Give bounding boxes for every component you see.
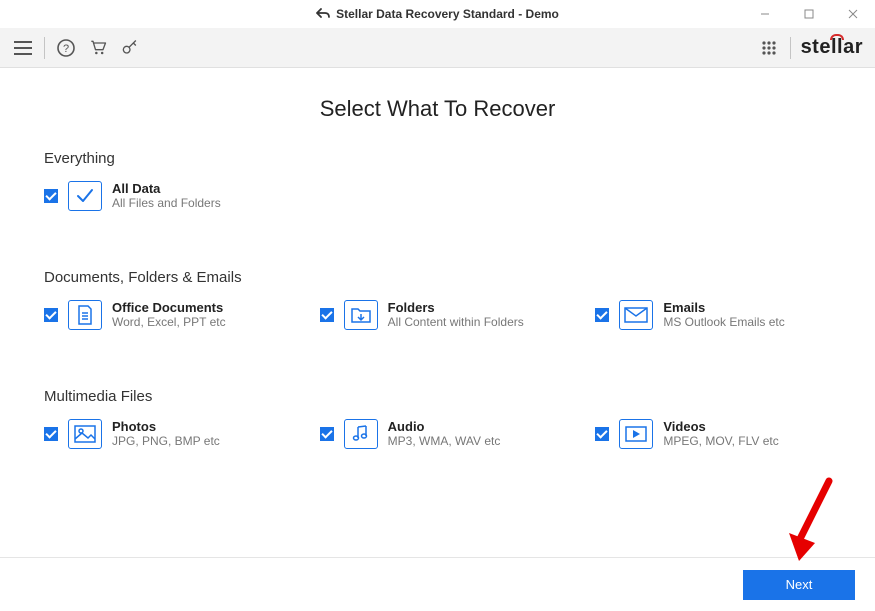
section-label-everything: Everything	[44, 150, 831, 167]
brand-logo: stellar	[801, 36, 863, 59]
item-title: Audio	[388, 419, 501, 434]
item-subtitle: MS Outlook Emails etc	[663, 315, 784, 329]
annotation-arrow	[785, 475, 839, 565]
checkbox-office[interactable]	[44, 308, 58, 322]
section-label-docs: Documents, Folders & Emails	[44, 269, 831, 286]
item-photos[interactable]: Photos JPG, PNG, BMP etc	[44, 419, 280, 449]
next-button[interactable]: Next	[743, 570, 855, 600]
item-subtitle: Word, Excel, PPT etc	[112, 315, 226, 329]
checkbox-emails[interactable]	[595, 308, 609, 322]
item-title: Office Documents	[112, 300, 226, 315]
item-all-data[interactable]: All Data All Files and Folders	[44, 181, 294, 211]
cart-icon[interactable]	[87, 37, 109, 59]
key-icon[interactable]	[119, 37, 141, 59]
checkbox-audio[interactable]	[320, 427, 334, 441]
item-subtitle: JPG, PNG, BMP etc	[112, 434, 220, 448]
checkbox-all-data[interactable]	[44, 189, 58, 203]
item-subtitle: MP3, WMA, WAV etc	[388, 434, 501, 448]
video-icon	[619, 419, 653, 449]
check-icon	[68, 181, 102, 211]
section-label-media: Multimedia Files	[44, 388, 831, 405]
menu-icon[interactable]	[12, 37, 34, 59]
email-icon	[619, 300, 653, 330]
svg-text:?: ?	[63, 43, 69, 55]
item-audio[interactable]: Audio MP3, WMA, WAV etc	[320, 419, 556, 449]
item-subtitle: All Files and Folders	[112, 196, 221, 210]
separator	[44, 37, 45, 59]
item-title: Videos	[663, 419, 778, 434]
item-title: Emails	[663, 300, 784, 315]
checkbox-videos[interactable]	[595, 427, 609, 441]
photo-icon	[68, 419, 102, 449]
item-office-documents[interactable]: Office Documents Word, Excel, PPT etc	[44, 300, 280, 330]
item-title: All Data	[112, 181, 221, 196]
item-emails[interactable]: Emails MS Outlook Emails etc	[595, 300, 831, 330]
folder-icon	[344, 300, 378, 330]
item-title: Folders	[388, 300, 524, 315]
item-subtitle: All Content within Folders	[388, 315, 524, 329]
titlebar: Stellar Data Recovery Standard - Demo	[0, 0, 875, 28]
toolbar: ? stellar	[0, 28, 875, 68]
footer: Next	[0, 557, 875, 611]
item-videos[interactable]: Videos MPEG, MOV, FLV etc	[595, 419, 831, 449]
window-title: Stellar Data Recovery Standard - Demo	[336, 7, 559, 21]
separator	[790, 37, 791, 59]
document-icon	[68, 300, 102, 330]
close-button[interactable]	[831, 0, 875, 28]
item-title: Photos	[112, 419, 220, 434]
back-arrow-icon	[316, 8, 330, 20]
audio-icon	[344, 419, 378, 449]
minimize-button[interactable]	[743, 0, 787, 28]
checkbox-folders[interactable]	[320, 308, 334, 322]
item-subtitle: MPEG, MOV, FLV etc	[663, 434, 778, 448]
help-icon[interactable]: ?	[55, 37, 77, 59]
item-folders[interactable]: Folders All Content within Folders	[320, 300, 556, 330]
main-content: Select What To Recover Everything All Da…	[0, 68, 875, 449]
page-title: Select What To Recover	[44, 96, 831, 122]
checkbox-photos[interactable]	[44, 427, 58, 441]
maximize-button[interactable]	[787, 0, 831, 28]
apps-grid-icon[interactable]	[758, 37, 780, 59]
